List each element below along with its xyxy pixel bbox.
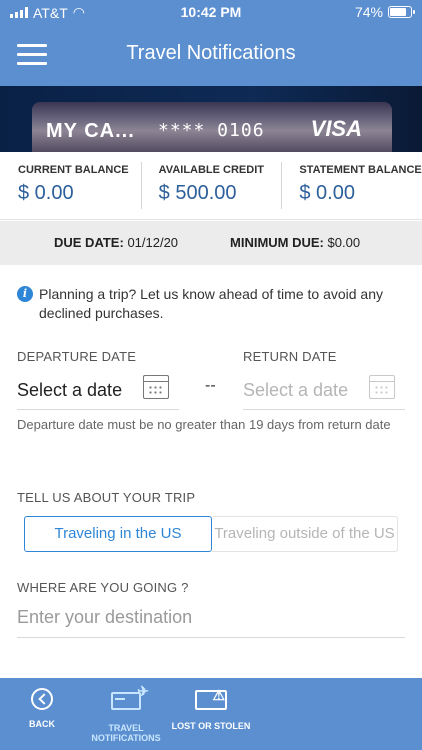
tab-travel-label: TRAVEL NOTIFICATIONS bbox=[91, 723, 161, 743]
available-credit-label: AVAILABLE CREDIT bbox=[158, 164, 264, 176]
available-credit-value: $ 500.00 bbox=[158, 182, 237, 204]
traveling-outside-us-option[interactable]: Traveling outside of the US bbox=[212, 516, 398, 552]
tab-back[interactable]: BACK bbox=[2, 688, 82, 729]
current-balance-value: $ 0.00 bbox=[18, 182, 74, 204]
date-hint: Departure date must be no greater than 1… bbox=[17, 417, 391, 432]
calendar-icon[interactable] bbox=[143, 375, 169, 399]
trip-type-label: TELL US ABOUT YOUR TRIP bbox=[17, 490, 196, 505]
battery-percent: 74% bbox=[354, 4, 383, 20]
credit-card-image: MY CA... **** 0106 VISA bbox=[32, 102, 392, 154]
departure-date-value: Select a date bbox=[17, 380, 123, 400]
return-date-field[interactable]: Select a date bbox=[243, 370, 405, 410]
minimum-due: MINIMUM DUE: $0.00 bbox=[230, 235, 360, 250]
travel-card-icon bbox=[86, 686, 166, 718]
due-date-label: DUE DATE: bbox=[54, 235, 124, 250]
status-bar: AT&T ◠ 10:42 PM 74% bbox=[0, 0, 422, 26]
current-balance-label: CURRENT BALANCE bbox=[18, 164, 129, 176]
back-icon bbox=[2, 688, 82, 714]
bottom-tab-bar: BACK TRAVEL NOTIFICATIONS LOST OR STOLEN bbox=[0, 678, 422, 750]
statement-balance-value: $ 0.00 bbox=[299, 182, 355, 204]
status-right: 74% bbox=[354, 4, 415, 20]
date-separator: -- bbox=[205, 377, 216, 394]
card-number: **** 0106 bbox=[158, 120, 265, 141]
info-message: i Planning a trip? Let us know ahead of … bbox=[17, 285, 407, 323]
page-title: Travel Notifications bbox=[126, 42, 296, 64]
return-date-label: RETURN DATE bbox=[243, 349, 337, 364]
destination-label: WHERE ARE YOU GOING ? bbox=[17, 580, 189, 595]
traveling-in-us-option[interactable]: Traveling in the US bbox=[24, 516, 212, 552]
tab-travel-notifications[interactable]: TRAVEL NOTIFICATIONS bbox=[86, 686, 166, 743]
lost-card-icon bbox=[171, 690, 251, 716]
minimum-due-label: MINIMUM DUE: bbox=[230, 235, 324, 250]
due-date-value: 01/12/20 bbox=[127, 235, 179, 250]
visa-logo: VISA bbox=[310, 116, 362, 141]
departure-date-label: DEPARTURE DATE bbox=[17, 349, 137, 364]
return-date-value: Select a date bbox=[243, 380, 349, 400]
info-icon: i bbox=[17, 286, 33, 302]
statement-balance-label: STATEMENT BALANCE bbox=[299, 164, 422, 176]
current-balance: CURRENT BALANCE $ 0.00 bbox=[0, 152, 141, 219]
available-credit: AVAILABLE CREDIT $ 500.00 bbox=[140, 152, 282, 219]
card-name: MY CA... bbox=[46, 120, 135, 142]
minimum-due-value: $0.00 bbox=[327, 235, 361, 250]
tab-lost-label: LOST OR STOLEN bbox=[171, 721, 251, 731]
tab-back-label: BACK bbox=[29, 719, 55, 729]
calendar-icon[interactable] bbox=[369, 375, 395, 399]
info-text: Planning a trip? Let us know ahead of ti… bbox=[39, 286, 383, 321]
battery-icon bbox=[388, 6, 415, 18]
due-date: DUE DATE: 01/12/20 bbox=[54, 235, 178, 250]
destination-input[interactable] bbox=[17, 598, 405, 638]
departure-date-field[interactable]: Select a date bbox=[17, 370, 179, 410]
tab-lost-or-stolen[interactable]: LOST OR STOLEN bbox=[171, 688, 251, 731]
statement-balance: STATEMENT BALANCE $ 0.00 bbox=[281, 152, 422, 219]
app-header: AT&T ◠ 10:42 PM 74% Travel Notifications bbox=[0, 0, 422, 86]
due-bar: DUE DATE: 01/12/20 MINIMUM DUE: $0.00 bbox=[0, 221, 422, 265]
balance-summary: CURRENT BALANCE $ 0.00 AVAILABLE CREDIT … bbox=[0, 152, 422, 220]
